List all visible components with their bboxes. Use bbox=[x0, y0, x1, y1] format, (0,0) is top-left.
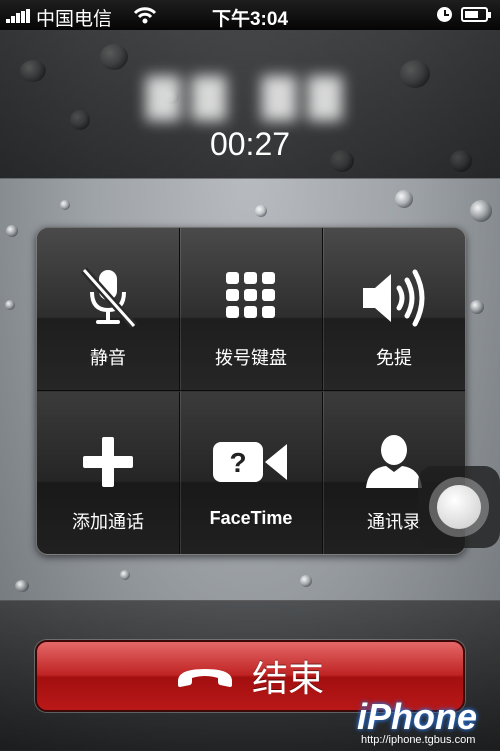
watermark-logo: iPhone bbox=[357, 696, 478, 737]
assistive-touch-button[interactable] bbox=[418, 466, 500, 548]
caller-name-blurred: ▇▇ ▇▇ bbox=[146, 71, 354, 120]
call-header: ▇▇ ▇▇ 00:27 bbox=[0, 30, 500, 179]
contacts-icon bbox=[366, 435, 422, 488]
add-call-label: 添加通话 bbox=[72, 512, 144, 532]
add-call-button[interactable]: 添加通话 bbox=[37, 392, 179, 554]
end-call-label: 结束 bbox=[251, 658, 324, 699]
mute-label: 静音 bbox=[90, 348, 126, 368]
keypad-icon bbox=[226, 272, 275, 318]
svg-text:?: ? bbox=[229, 447, 246, 478]
speaker-icon bbox=[363, 269, 425, 327]
facetime-icon: ? bbox=[213, 442, 287, 482]
mute-button[interactable]: 静音 bbox=[37, 228, 179, 390]
call-controls-panel: 静音 拨号键盘 免提 添加通话 ? FaceTime 通讯录 bbox=[36, 227, 466, 555]
watermark: iPhone http://iphone.tgbus.com bbox=[357, 696, 500, 750]
facetime-label: FaceTime bbox=[209, 508, 293, 528]
status-bar: 中国电信 下午3:04 bbox=[0, 0, 500, 30]
battery-icon bbox=[461, 7, 491, 22]
watermark-url: http://iphone.tgbus.com bbox=[361, 734, 476, 746]
add-call-icon bbox=[83, 437, 133, 487]
mute-microphone-icon bbox=[81, 267, 137, 329]
call-duration: 00:27 bbox=[209, 126, 291, 162]
keypad-label: 拨号键盘 bbox=[215, 348, 287, 368]
facetime-button[interactable]: ? FaceTime bbox=[180, 392, 322, 554]
contacts-label: 通讯录 bbox=[367, 512, 421, 532]
status-time: 下午3:04 bbox=[211, 9, 289, 30]
end-call-icon bbox=[177, 669, 232, 687]
speaker-label: 免提 bbox=[376, 348, 412, 368]
keypad-button[interactable]: 拨号键盘 bbox=[180, 228, 322, 390]
clock-icon bbox=[437, 7, 452, 22]
speaker-button[interactable]: 免提 bbox=[323, 228, 465, 390]
